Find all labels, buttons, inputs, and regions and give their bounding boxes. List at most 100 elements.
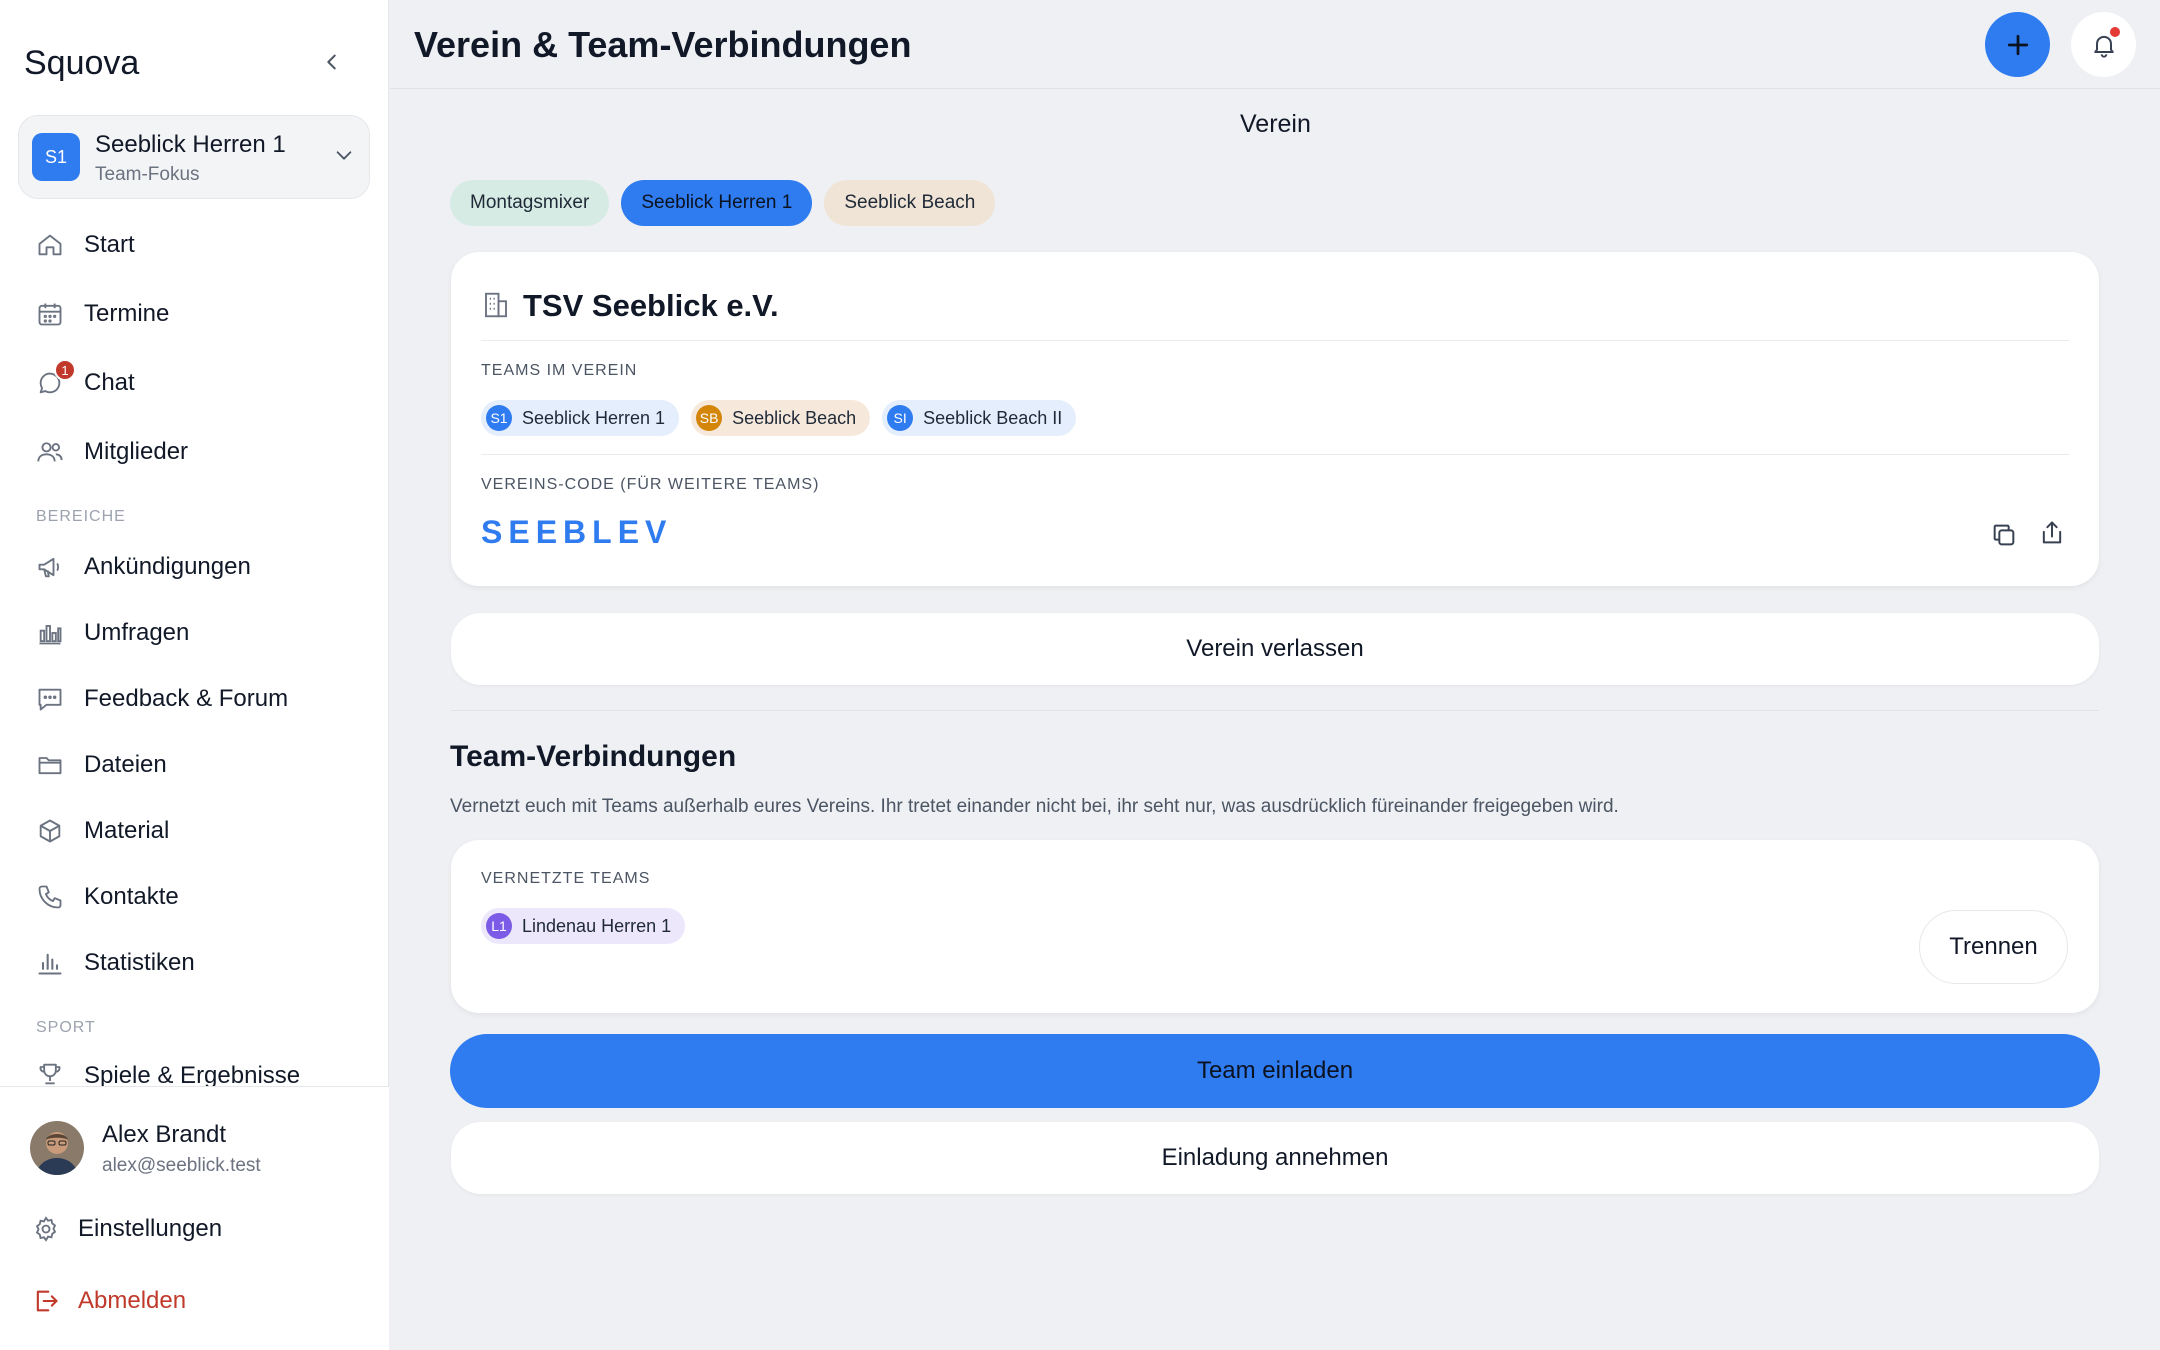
nav-label: Ankündigungen [84, 553, 251, 580]
logout-icon [30, 1285, 62, 1317]
accept-invite-button[interactable]: Einladung annehmen [451, 1122, 2099, 1194]
team-chip-label: Seeblick Herren 1 [522, 407, 666, 428]
share-code-button[interactable] [2035, 516, 2069, 550]
settings-label: Einstellungen [78, 1215, 223, 1242]
team-chip-label: Seeblick Beach II [923, 407, 1063, 428]
notification-dot [2110, 27, 2120, 37]
gear-icon [30, 1213, 62, 1245]
copy-icon [1993, 524, 2015, 546]
app-logo: Squova [24, 44, 140, 82]
team-chip[interactable]: SI Seeblick Beach II [882, 400, 1077, 436]
chat-unread-badge: 1 [54, 359, 76, 381]
nav-mitglieder[interactable]: Mitglieder [0, 426, 389, 478]
tab-seeblick-herren-1[interactable]: Seeblick Herren 1 [621, 180, 813, 226]
nav-umfragen[interactable]: Umfragen [0, 607, 389, 659]
team-chip-label: Lindenau Herren 1 [522, 915, 672, 936]
phone-icon [34, 881, 66, 913]
connections-title: Team-Verbindungen [450, 740, 737, 773]
team-avatar: S1 [32, 133, 80, 181]
club-code: SEEBLEV [481, 514, 673, 550]
nav-label: Mitglieder [84, 438, 189, 465]
nav-label: Umfragen [84, 619, 190, 646]
team-name: Seeblick Herren 1 [95, 131, 286, 158]
chevron-left-icon [327, 54, 336, 70]
nav-label: Statistiken [84, 949, 195, 976]
plus-icon [2007, 34, 2028, 55]
connected-team-list: L1 Lindenau Herren 1 [481, 908, 686, 944]
avatar[interactable] [30, 1121, 84, 1175]
logout-label: Abmelden [78, 1287, 187, 1314]
tab-montagsmixer[interactable]: Montagsmixer [450, 180, 610, 226]
nav-feedback-forum[interactable]: Feedback & Forum [0, 673, 389, 725]
share-icon [2042, 521, 2062, 544]
connections-description: Vernetzt euch mit Teams außerhalb eures … [450, 796, 1619, 817]
nav-dateien[interactable]: Dateien [0, 739, 389, 791]
nav-material[interactable]: Material [0, 805, 389, 857]
trophy-icon [34, 1058, 66, 1086]
invite-team-button[interactable]: Team einladen [450, 1034, 2100, 1108]
folder-icon [34, 749, 66, 781]
team-chip-label: Seeblick Beach [732, 407, 857, 428]
collapse-sidebar-button[interactable] [316, 46, 348, 78]
team-chip[interactable]: S1 Seeblick Herren 1 [481, 400, 680, 436]
nav-start[interactable]: Start [0, 219, 389, 271]
nav-label: Spiele & Ergebnisse [84, 1062, 301, 1086]
add-button[interactable] [1985, 12, 2050, 77]
team-mode: Team-Fokus [95, 164, 200, 185]
message-icon [34, 683, 66, 715]
tab-seeblick-beach[interactable]: Seeblick Beach [824, 180, 996, 226]
divider [481, 454, 2069, 455]
club-team-list: S1 Seeblick Herren 1 SB Seeblick Beach S… [481, 400, 1077, 436]
megaphone-icon [34, 551, 66, 583]
divider [481, 340, 2069, 341]
disconnect-button[interactable]: Trennen [1919, 910, 2068, 984]
team-chip-avatar: SI [887, 405, 914, 431]
building-icon [481, 290, 511, 325]
team-chip-avatar: L1 [486, 913, 512, 939]
user-name: Alex Brandt [102, 1121, 227, 1148]
nav-label: Dateien [84, 751, 167, 778]
club-code-caption: VEREINS-CODE (FÜR WEITERE TEAMS) [481, 476, 820, 493]
sidebar-footer: Alex Brandt alex@seeblick.test Einstellu… [0, 1086, 389, 1350]
page-title: Verein & Team-Verbindungen [414, 24, 912, 65]
settings-link[interactable]: Einstellungen [0, 1204, 389, 1254]
team-chip[interactable]: L1 Lindenau Herren 1 [481, 908, 686, 944]
nav-spiele-ergebnisse[interactable]: Spiele & Ergebnisse [0, 1052, 389, 1086]
calendar-icon [34, 298, 66, 330]
logout-link[interactable]: Abmelden [0, 1276, 389, 1326]
team-tabs: Montagsmixer Seeblick Herren 1 Seeblick … [450, 180, 996, 226]
connections-card: VERNETZTE TEAMS L1 Lindenau Herren 1 Tre… [451, 840, 2099, 1013]
leave-club-button[interactable]: Verein verlassen [451, 613, 2099, 685]
nav-label: Start [84, 231, 135, 258]
nav-label: Feedback & Forum [84, 685, 289, 712]
stats-icon [34, 947, 66, 979]
section-title-verein: Verein [1240, 110, 1311, 138]
user-email: alex@seeblick.test [102, 1155, 261, 1176]
nav-label: Termine [84, 300, 170, 327]
section-label-bereiche: BEREICHE [36, 508, 126, 525]
notifications-button[interactable] [2071, 12, 2136, 77]
teams-caption: TEAMS IM VEREIN [481, 362, 638, 379]
divider [451, 710, 2099, 711]
team-chip-avatar: S1 [486, 405, 512, 431]
nav-kontakte[interactable]: Kontakte [0, 871, 389, 923]
club-card: TSV Seeblick e.V. TEAMS IM VEREIN S1 See… [451, 252, 2099, 586]
team-chip-avatar: SB [696, 405, 723, 431]
nav-termine[interactable]: Termine [0, 288, 389, 340]
team-switcher[interactable]: S1 Seeblick Herren 1 Team-Fokus [18, 115, 370, 199]
home-icon [34, 229, 66, 261]
nav-statistiken[interactable]: Statistiken [0, 937, 389, 989]
team-chip[interactable]: SB Seeblick Beach [691, 400, 871, 436]
chevron-down-icon [336, 151, 352, 160]
nav-label: Chat [84, 369, 135, 396]
nav-label: Kontakte [84, 883, 179, 910]
top-bar: Verein & Team-Verbindungen [390, 0, 2160, 89]
nav-chat[interactable]: 1 Chat [0, 357, 389, 409]
box-icon [34, 815, 66, 847]
connected-teams-caption: VERNETZTE TEAMS [481, 870, 651, 887]
users-icon [34, 436, 66, 468]
nav-ankuendigungen[interactable]: Ankündigungen [0, 541, 389, 593]
copy-code-button[interactable] [1987, 518, 2021, 552]
sidebar: Squova S1 Seeblick Herren 1 Team-Fokus S… [0, 0, 389, 1350]
nav-label: Material [84, 817, 170, 844]
